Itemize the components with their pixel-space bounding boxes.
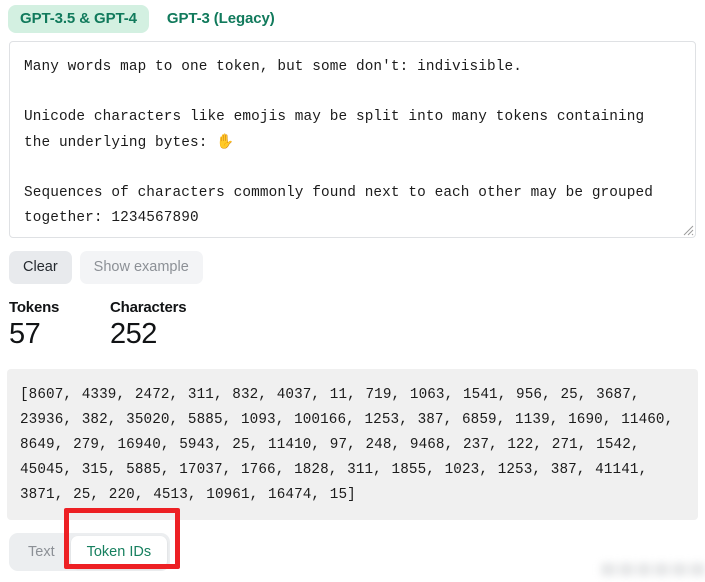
prompt-line-3b: together: 1234567890 [24, 210, 199, 226]
blurred-watermark [601, 554, 705, 576]
model-tab-gpt35-gpt4[interactable]: GPT-3.5 & GPT-4 [8, 5, 149, 33]
prompt-textarea[interactable]: Many words map to one token, but some do… [9, 41, 696, 238]
characters-value: 252 [110, 317, 157, 350]
prompt-line-3a: Sequences of characters commonly found n… [24, 185, 653, 201]
prompt-line-2b: the underlying bytes: [24, 135, 217, 151]
action-button-row: Clear Show example [0, 238, 705, 284]
view-tab-group: Text Token IDs [9, 532, 171, 572]
stat-characters: Characters 252 [110, 298, 187, 351]
tokens-label: Tokens [9, 298, 60, 316]
stats-row: Tokens 57 Characters 252 [0, 284, 705, 351]
clear-button[interactable]: Clear [9, 251, 72, 284]
resize-grip-icon[interactable] [680, 222, 694, 236]
view-tabs-row: Text Token IDs [0, 520, 705, 572]
characters-label: Characters [110, 298, 187, 316]
view-tab-text[interactable]: Text [12, 536, 71, 569]
prompt-line-1: Many words map to one token, but some do… [24, 59, 522, 75]
view-tab-token-ids[interactable]: Token IDs [70, 535, 168, 569]
prompt-line-2a: Unicode characters like emojis may be sp… [24, 109, 645, 125]
prompt-textarea-content[interactable]: Many words map to one token, but some do… [10, 42, 695, 237]
show-example-button[interactable]: Show example [79, 251, 203, 284]
tokens-value: 57 [9, 317, 41, 350]
stat-tokens: Tokens 57 [9, 299, 110, 351]
model-tab-group: GPT-3.5 & GPT-4 GPT-3 (Legacy) [0, 0, 705, 33]
model-tab-gpt3-legacy[interactable]: GPT-3 (Legacy) [155, 5, 287, 33]
raised-hand-emoji: ✋ [216, 134, 235, 150]
token-ids-text: [8607, 4339, 2472, 311, 832, 4037, 11, 7… [20, 386, 674, 503]
token-ids-output-panel[interactable]: [8607, 4339, 2472, 311, 832, 4037, 11, 7… [7, 368, 698, 520]
